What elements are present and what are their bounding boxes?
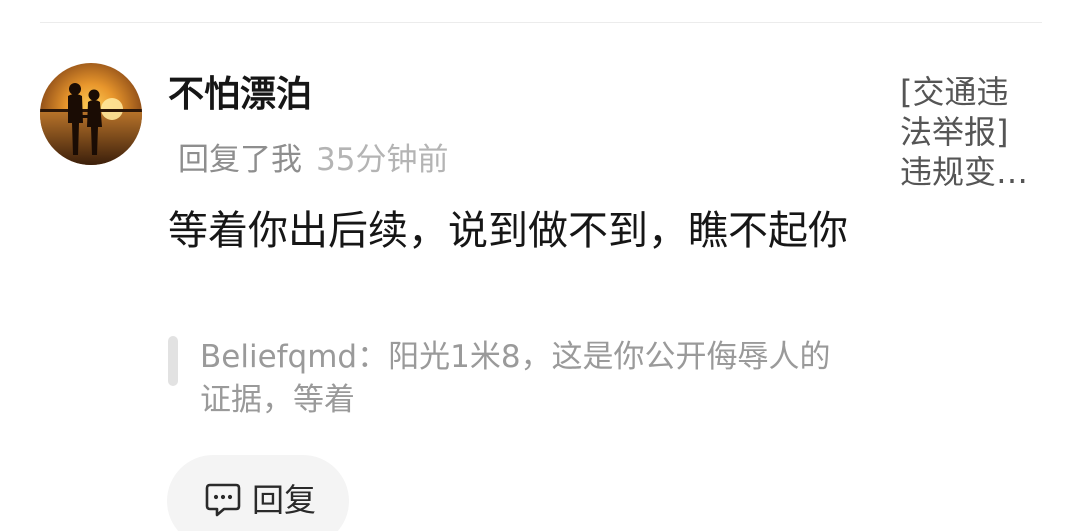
reply-button-label: 回复 bbox=[252, 481, 317, 519]
comment-text[interactable]: 等着你出后续，说到做不到，瞧不起你 bbox=[168, 205, 868, 257]
related-post-line: [交通违 bbox=[900, 73, 1009, 111]
avatar-image bbox=[40, 63, 142, 165]
reply-to-label: 回复了我 bbox=[178, 142, 302, 178]
related-post-line: 法举报] bbox=[900, 113, 1009, 151]
top-divider bbox=[40, 22, 1042, 23]
comment-meta: 回复了我 35分钟前 bbox=[178, 140, 448, 180]
comment-bubble-icon bbox=[205, 483, 241, 517]
related-post-line: 违规变… bbox=[900, 153, 1029, 191]
avatar[interactable] bbox=[40, 63, 142, 165]
quote-bar bbox=[168, 336, 178, 386]
related-post-link[interactable]: [交通违 法举报] 违规变… bbox=[900, 72, 1050, 192]
timestamp: 35分钟前 bbox=[316, 142, 449, 178]
username[interactable]: 不怕漂泊 bbox=[168, 72, 312, 118]
quoted-comment[interactable]: Beliefqmd：阳光1米8，这是你公开侮辱人的证据，等着 bbox=[200, 336, 860, 422]
reply-button[interactable]: 回复 bbox=[167, 455, 349, 531]
